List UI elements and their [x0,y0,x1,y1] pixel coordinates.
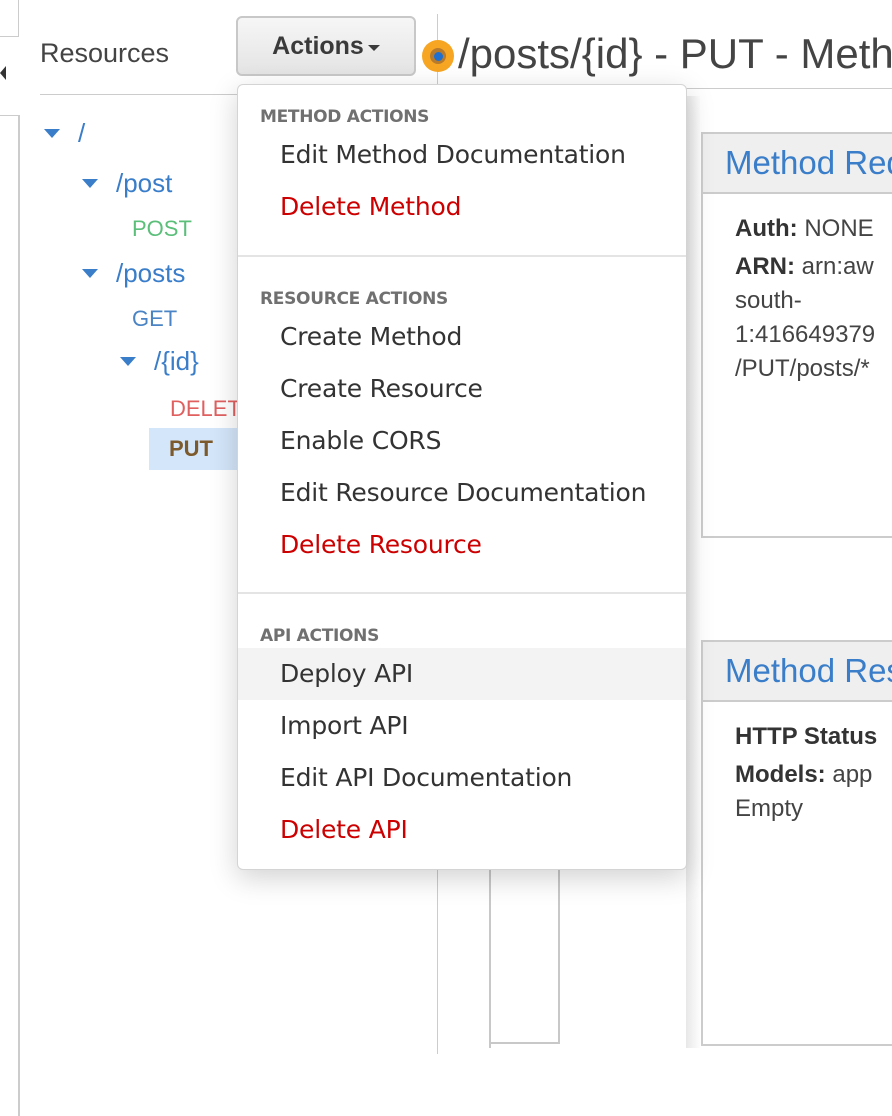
menu-section-method: METHOD ACTIONS Edit Method Documentation… [238,85,686,255]
method-response-card: Method Response HTTP Status Models: app … [701,640,892,1046]
actions-label: Actions [272,31,364,60]
tree-resource-id[interactable]: /{id} [120,346,199,377]
status-indicator-icon [422,40,454,72]
collapsed-panel [0,115,20,1116]
status-row: HTTP Status [735,720,892,754]
resource-label: / [78,118,86,148]
arn-label: ARN: [735,253,795,280]
menu-item-edit-method-docs[interactable]: Edit Method Documentation [238,129,686,181]
diagram-shade [686,96,700,1048]
caret-down-icon[interactable] [120,357,136,366]
divider [686,88,892,89]
collapse-left-icon[interactable] [0,66,6,80]
models-row: Models: app [735,758,892,792]
method-request-card: Method Request Auth: NONE ARN: arn:aw so… [701,132,892,538]
menu-section-resource: RESOURCE ACTIONS Create Method Create Re… [238,257,686,592]
menu-item-delete-api[interactable]: Delete API [238,804,686,856]
menu-item-deploy-api[interactable]: Deploy API [238,648,686,700]
tree-resource-post[interactable]: /post [82,168,172,199]
arn-line: 1:416649379 [735,321,876,348]
menu-header: API ACTIONS [260,626,380,646]
tree-method-post[interactable]: POST [132,216,192,242]
collapsed-panel-top [0,0,19,37]
method-response-title[interactable]: Method Response [703,642,892,702]
caret-down-icon[interactable] [44,129,60,138]
menu-item-edit-api-docs[interactable]: Edit API Documentation [238,752,686,804]
menu-item-delete-resource[interactable]: Delete Resource [238,519,686,571]
resource-label: /post [116,168,173,198]
menu-item-enable-cors[interactable]: Enable CORS [238,415,686,467]
models-label: Models: [735,761,826,788]
menu-header: RESOURCE ACTIONS [260,289,448,309]
method-request-title[interactable]: Method Request [703,134,892,194]
auth-value: NONE [804,215,874,242]
menu-item-create-method[interactable]: Create Method [238,311,686,363]
auth-label: Auth: [735,215,798,242]
menu-item-create-resource[interactable]: Create Resource [238,363,686,415]
caret-down-icon[interactable] [82,179,98,188]
resources-title: Resources [40,38,170,68]
menu-item-edit-resource-docs[interactable]: Edit Resource Documentation [238,467,686,519]
menu-item-import-api[interactable]: Import API [238,700,686,752]
tree-resource-root[interactable]: / [44,118,85,149]
resource-label: /{id} [154,346,199,376]
caret-down-icon[interactable] [82,269,98,278]
tree-method-get[interactable]: GET [132,306,177,332]
page-title: /posts/{id} - PUT - Method Execution [458,30,892,77]
menu-section-api: API ACTIONS Deploy API Import API Edit A… [238,594,686,856]
arn-value: arn:aw [801,253,874,280]
models-value: app [832,761,873,788]
status-label: HTTP Status [735,723,878,750]
arn-line: /PUT/posts/* [735,355,870,382]
auth-row: Auth: NONE [735,212,892,246]
tree-resource-posts[interactable]: /posts [82,258,185,289]
models-line: Empty [735,795,804,822]
actions-button[interactable]: Actions [236,16,416,76]
arn-row: ARN: arn:aw [735,250,892,284]
diagram-box [489,860,560,1044]
resource-label: /posts [116,258,186,288]
actions-menu: METHOD ACTIONS Edit Method Documentation… [237,84,687,870]
menu-header: METHOD ACTIONS [260,107,430,127]
arn-line: south- [735,287,802,314]
menu-item-delete-method[interactable]: Delete Method [238,181,686,233]
caret-down-icon [367,44,380,51]
